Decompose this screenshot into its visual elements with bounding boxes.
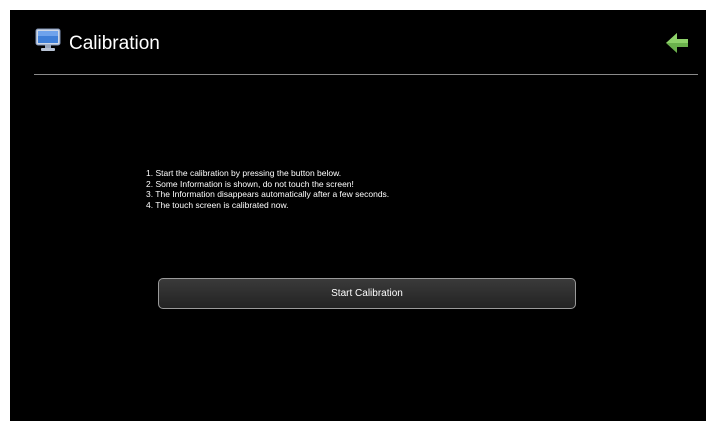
page-title: Calibration <box>69 33 160 54</box>
instruction-step-1: 1. Start the calibration by pressing the… <box>146 168 342 178</box>
instruction-step-3: 3. The Information disappears automatica… <box>146 189 390 199</box>
monitor-icon <box>35 28 61 52</box>
start-calibration-button[interactable]: Start Calibration <box>158 278 576 309</box>
header-divider <box>34 74 698 75</box>
instruction-step-4: 4. The touch screen is calibrated now. <box>146 199 289 210</box>
header: Calibration <box>10 10 706 72</box>
instruction-list: 1. Start the calibration by pressing the… <box>146 168 389 210</box>
calibration-screen: Calibration 1. Start the calibration by … <box>10 10 706 421</box>
back-arrow-icon[interactable] <box>664 30 690 56</box>
instruction-step-2: 2. Some Information is shown, do not tou… <box>146 178 354 189</box>
